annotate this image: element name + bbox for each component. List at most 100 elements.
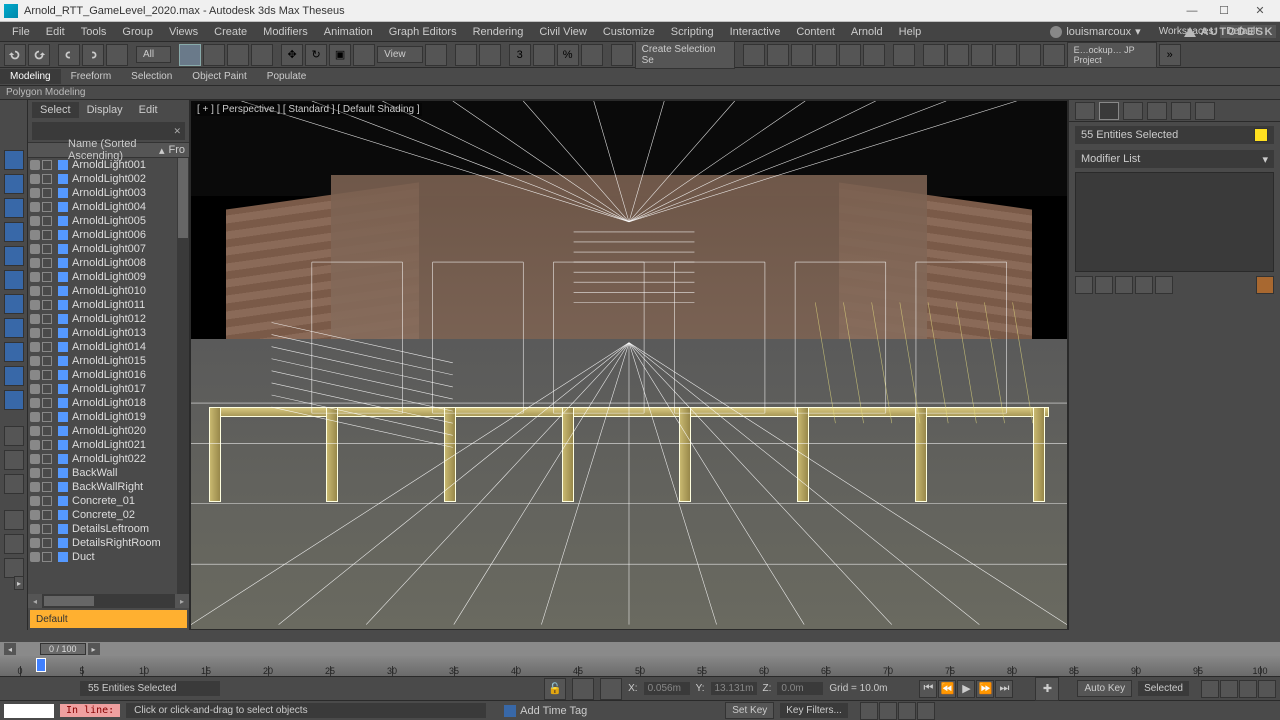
freeze-icon[interactable] bbox=[42, 370, 52, 380]
unlink-button[interactable] bbox=[82, 44, 104, 66]
visibility-icon[interactable] bbox=[30, 272, 40, 282]
display-helpers-button[interactable] bbox=[4, 246, 24, 266]
menu-create[interactable]: Create bbox=[206, 24, 255, 40]
snap-toggle-button[interactable]: 3 bbox=[509, 44, 531, 66]
freeze-icon[interactable] bbox=[42, 272, 52, 282]
freeze-icon[interactable] bbox=[42, 496, 52, 506]
menu-edit[interactable]: Edit bbox=[38, 24, 73, 40]
freeze-icon[interactable] bbox=[42, 454, 52, 464]
visibility-icon[interactable] bbox=[30, 468, 40, 478]
menu-arnold[interactable]: Arnold bbox=[843, 24, 891, 40]
list-item[interactable]: ArnoldLight009 bbox=[28, 270, 189, 284]
overflow-button[interactable]: » bbox=[1159, 44, 1181, 66]
goto-end-button[interactable]: ⏭ bbox=[995, 680, 1013, 698]
list-item[interactable]: ArnoldLight020 bbox=[28, 424, 189, 438]
freeze-icon[interactable] bbox=[42, 300, 52, 310]
toggle-ribbon-button[interactable] bbox=[815, 44, 837, 66]
curve-editor-button[interactable] bbox=[839, 44, 861, 66]
freeze-icon[interactable] bbox=[42, 510, 52, 520]
percent-snap-button[interactable]: % bbox=[557, 44, 579, 66]
modify-tab[interactable] bbox=[1099, 102, 1119, 120]
motion-tab[interactable] bbox=[1147, 102, 1167, 120]
list-item[interactable]: ArnoldLight011 bbox=[28, 298, 189, 312]
select-by-name-button[interactable] bbox=[203, 44, 225, 66]
autokey-button[interactable]: Auto Key bbox=[1077, 680, 1132, 697]
freeze-icon[interactable] bbox=[42, 356, 52, 366]
display-groups-button[interactable] bbox=[4, 294, 24, 314]
current-time-marker[interactable] bbox=[36, 658, 46, 672]
ribbon-tab-freeform[interactable]: Freeform bbox=[61, 69, 122, 84]
undo-button[interactable] bbox=[4, 44, 26, 66]
list-item[interactable]: ArnoldLight002 bbox=[28, 172, 189, 186]
freeze-icon[interactable] bbox=[42, 412, 52, 422]
visibility-icon[interactable] bbox=[30, 342, 40, 352]
display-xrefs-button[interactable] bbox=[4, 318, 24, 338]
selection-lock-button[interactable]: 🔓 bbox=[544, 678, 566, 700]
list-item[interactable]: Duct bbox=[28, 550, 189, 564]
display-spacewarps-button[interactable] bbox=[4, 270, 24, 290]
visibility-icon[interactable] bbox=[30, 258, 40, 268]
freeze-icon[interactable] bbox=[42, 468, 52, 478]
list-item[interactable]: Concrete_02 bbox=[28, 508, 189, 522]
clear-search-icon[interactable]: ✕ bbox=[173, 126, 181, 137]
list-item[interactable]: DetailsRightRoom bbox=[28, 536, 189, 550]
display-bones-button[interactable] bbox=[4, 342, 24, 362]
visibility-icon[interactable] bbox=[30, 538, 40, 548]
scroll-right-icon[interactable]: ▸ bbox=[175, 594, 189, 608]
play-button[interactable]: ▶ bbox=[957, 680, 975, 698]
list-item[interactable]: BackWall bbox=[28, 466, 189, 480]
sort-hierarchy-button[interactable] bbox=[4, 510, 24, 530]
scene-tab-display[interactable]: Display bbox=[79, 102, 131, 118]
z-coord-input[interactable]: 0.0m bbox=[777, 682, 823, 695]
bind-button[interactable] bbox=[106, 44, 128, 66]
menu-civilview[interactable]: Civil View bbox=[531, 24, 594, 40]
menu-customize[interactable]: Customize bbox=[595, 24, 663, 40]
list-item[interactable]: ArnoldLight013 bbox=[28, 326, 189, 340]
render-activeshade-button[interactable] bbox=[1019, 44, 1041, 66]
key-mode-button[interactable]: ✚ bbox=[1035, 677, 1059, 701]
viewport-perspective[interactable]: [ + ] [ Perspective ] [ Standard ] [ Def… bbox=[190, 100, 1068, 630]
visibility-icon[interactable] bbox=[30, 524, 40, 534]
visibility-icon[interactable] bbox=[30, 482, 40, 492]
user-account[interactable]: louismarcoux ▾ bbox=[1044, 25, 1146, 38]
visibility-icon[interactable] bbox=[30, 496, 40, 506]
display-shapes-button[interactable] bbox=[4, 174, 24, 194]
use-pivot-button[interactable] bbox=[425, 44, 447, 66]
visibility-icon[interactable] bbox=[30, 370, 40, 380]
menu-views[interactable]: Views bbox=[161, 24, 206, 40]
nav-zoomall-button[interactable] bbox=[1220, 680, 1238, 698]
ribbon-tab-selection[interactable]: Selection bbox=[121, 69, 182, 84]
menu-grapheditors[interactable]: Graph Editors bbox=[381, 24, 465, 40]
prev-frame-icon[interactable]: ◂ bbox=[4, 643, 16, 655]
isolate-selection-button[interactable] bbox=[572, 678, 594, 700]
list-item[interactable]: Concrete_01 bbox=[28, 494, 189, 508]
freeze-icon[interactable] bbox=[42, 426, 52, 436]
freeze-icon[interactable] bbox=[42, 216, 52, 226]
list-item[interactable]: ArnoldLight016 bbox=[28, 368, 189, 382]
sort-layer-button[interactable] bbox=[4, 534, 24, 554]
list-item[interactable]: ArnoldLight015 bbox=[28, 354, 189, 368]
setkey-button[interactable]: Set Key bbox=[725, 702, 774, 719]
display-lights-button[interactable] bbox=[4, 198, 24, 218]
list-item[interactable]: ArnoldLight012 bbox=[28, 312, 189, 326]
freeze-icon[interactable] bbox=[42, 174, 52, 184]
menu-group[interactable]: Group bbox=[114, 24, 161, 40]
next-frame-icon[interactable]: ▸ bbox=[88, 643, 100, 655]
ribbon-panel-title[interactable]: Polygon Modeling bbox=[6, 87, 86, 98]
scene-scrollbar-v[interactable] bbox=[177, 158, 189, 594]
expand-panel-handle[interactable]: ▸ bbox=[14, 576, 24, 590]
visibility-icon[interactable] bbox=[30, 230, 40, 240]
visibility-icon[interactable] bbox=[30, 174, 40, 184]
visibility-icon[interactable] bbox=[30, 300, 40, 310]
freeze-icon[interactable] bbox=[42, 342, 52, 352]
move-button[interactable]: ✥ bbox=[281, 44, 303, 66]
keyfilters-button[interactable]: Key Filters... bbox=[780, 703, 848, 718]
list-item[interactable]: ArnoldLight019 bbox=[28, 410, 189, 424]
visibility-icon[interactable] bbox=[30, 328, 40, 338]
trackbar[interactable]: 0510152025303540455055606570758085909510… bbox=[0, 656, 1280, 676]
freeze-icon[interactable] bbox=[42, 202, 52, 212]
list-item[interactable]: ArnoldLight006 bbox=[28, 228, 189, 242]
close-button[interactable]: ✕ bbox=[1244, 2, 1276, 20]
maxscript-mini-listener[interactable] bbox=[4, 704, 54, 718]
modifier-list-dropdown[interactable]: Modifier List ▾ bbox=[1075, 150, 1274, 168]
